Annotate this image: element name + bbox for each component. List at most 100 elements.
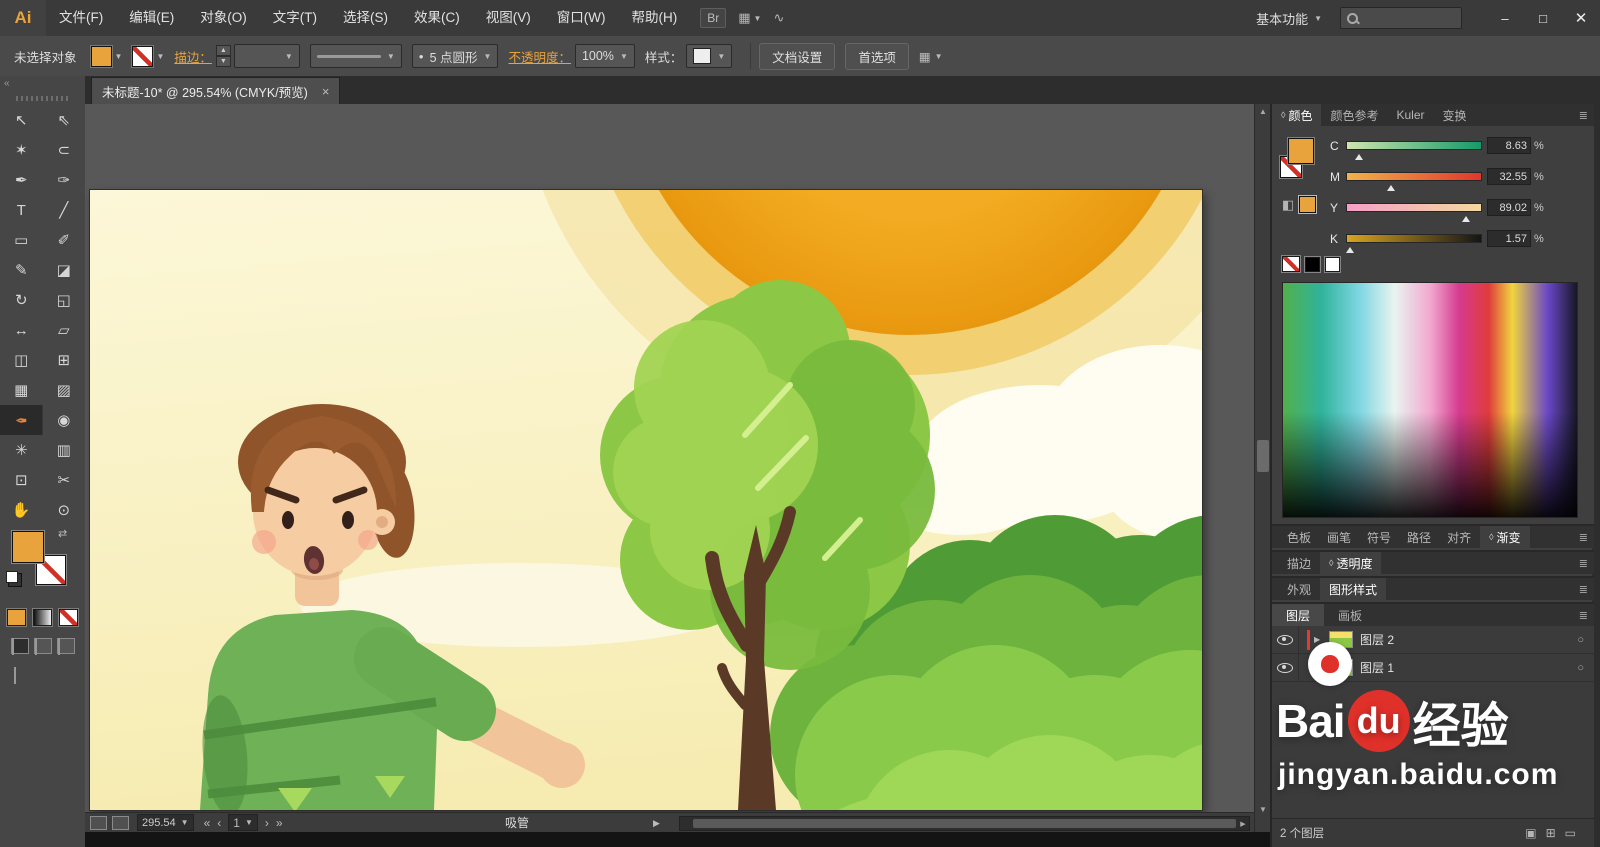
draw-normal-button[interactable] — [10, 638, 29, 655]
hand-tool[interactable]: ✋ — [0, 495, 43, 525]
menu-object[interactable]: 对象(O) — [187, 0, 260, 36]
tab-color-guide[interactable]: 颜色参考 — [1321, 104, 1387, 126]
panel-menu-icon[interactable]: ≣ — [1573, 557, 1594, 570]
shape-builder-tool[interactable]: ◫ — [0, 345, 43, 375]
visibility-toggle[interactable] — [1272, 626, 1299, 653]
pen-tool[interactable]: ✒ — [0, 165, 43, 195]
horizontal-scrollbar[interactable]: ▶ — [679, 816, 1250, 831]
status-expand-icon[interactable]: ▶ — [653, 813, 660, 832]
slider-marker[interactable] — [1387, 181, 1396, 191]
panel-menu-icon[interactable]: ≣ — [1573, 104, 1594, 126]
rotate-tool[interactable]: ↻ — [0, 285, 43, 315]
swap-fill-stroke-icon[interactable]: ⇄ — [58, 527, 67, 540]
status-export-icon[interactable] — [112, 815, 129, 830]
new-layer-button[interactable]: ⊞ — [1546, 826, 1556, 840]
gradient-button[interactable] — [33, 609, 52, 626]
cyan-value-field[interactable]: 8.63 — [1487, 137, 1531, 154]
stepper-up-icon[interactable]: ▲ — [215, 45, 231, 56]
tab-symbols[interactable]: 符号 — [1360, 529, 1398, 546]
opacity-dropdown[interactable]: 100% ▼ — [574, 44, 635, 68]
slice-tool[interactable]: ✂ — [43, 465, 86, 495]
menu-help[interactable]: 帮助(H) — [618, 0, 690, 36]
last-artboard-button[interactable]: » — [276, 816, 283, 830]
tab-close-icon[interactable]: × — [322, 84, 330, 99]
fill-color-picker[interactable]: ▼ — [90, 45, 122, 67]
workspace-switcher[interactable]: 基本功能 ▼ — [1256, 9, 1322, 28]
vertical-scrollbar[interactable]: ▲ ▼ — [1254, 104, 1271, 832]
stroke-weight-stepper[interactable]: ▲ ▼ — [215, 45, 231, 67]
tab-kuler[interactable]: Kuler — [1387, 104, 1433, 126]
black-chip[interactable] — [1305, 256, 1320, 272]
white-chip[interactable] — [1325, 256, 1340, 272]
type-tool[interactable]: T — [0, 195, 43, 225]
column-graph-tool[interactable]: ▥ — [43, 435, 86, 465]
stroke-swatch[interactable] — [132, 45, 154, 67]
layer-row[interactable]: ▶ 图层 1 ○ — [1272, 654, 1594, 682]
gamut-warning[interactable]: ◧ — [1282, 196, 1317, 213]
artboard-dropdown[interactable]: 1 ▼ — [228, 814, 258, 831]
tab-align[interactable]: 对齐 — [1440, 529, 1478, 546]
magenta-value-field[interactable]: 32.55 — [1487, 168, 1531, 185]
layer-thumbnail[interactable] — [1329, 631, 1353, 648]
panel-fill-swatch[interactable] — [1288, 138, 1314, 164]
opacity-panel-link[interactable]: 不透明度： — [508, 47, 571, 66]
eyedropper-tool[interactable]: ✒ — [0, 405, 43, 435]
gradient-tool[interactable]: ▨ — [43, 375, 86, 405]
fill-swatch[interactable] — [90, 45, 112, 67]
yellow-value-field[interactable]: 89.02 — [1487, 199, 1531, 216]
close-button[interactable]: ✕ — [1562, 0, 1600, 36]
screen-mode-button[interactable] — [0, 658, 85, 684]
bridge-button[interactable]: Br — [700, 8, 727, 28]
menu-edit[interactable]: 编辑(E) — [116, 0, 187, 36]
stroke-panel-link[interactable]: 描边： — [174, 47, 212, 66]
document-setup-button[interactable]: 文档设置 — [759, 42, 836, 70]
paintbrush-tool[interactable]: ✐ — [43, 225, 86, 255]
tab-artboards[interactable]: 画板 — [1324, 604, 1376, 626]
lasso-tool[interactable]: ⊂ — [43, 135, 86, 165]
menu-type[interactable]: 文字(T) — [260, 0, 330, 36]
scroll-right-icon[interactable]: ▶ — [1237, 820, 1249, 828]
magic-wand-tool[interactable]: ✶ — [0, 135, 43, 165]
tab-transform[interactable]: 变换 — [1434, 104, 1476, 126]
previous-artboard-button[interactable]: ‹ — [217, 816, 221, 830]
app-logo[interactable]: Ai — [0, 0, 46, 36]
minimize-button[interactable]: – — [1486, 0, 1524, 36]
artboard-tool[interactable]: ⊡ — [0, 465, 43, 495]
draw-behind-button[interactable] — [33, 638, 52, 655]
yellow-slider[interactable] — [1346, 203, 1482, 222]
target-icon[interactable]: ○ — [1577, 634, 1584, 646]
target-icon[interactable]: ○ — [1577, 662, 1584, 674]
magenta-slider[interactable] — [1346, 172, 1482, 191]
first-artboard-button[interactable]: « — [204, 816, 211, 830]
blend-tool[interactable]: ◉ — [43, 405, 86, 435]
panel-menu-icon[interactable]: ≣ — [1573, 531, 1594, 544]
selection-tool[interactable]: ↖ — [0, 105, 43, 135]
vertical-scroll-thumb[interactable] — [1257, 440, 1269, 472]
width-profile-dropdown[interactable]: ▼ — [309, 44, 402, 68]
menu-select[interactable]: 选择(S) — [330, 0, 401, 36]
tab-color[interactable]: ◊ 颜色 — [1272, 104, 1322, 126]
delete-layer-button[interactable]: ▭ — [1565, 826, 1576, 840]
preferences-button[interactable]: 首选项 — [845, 42, 909, 70]
tab-swatches[interactable]: 色板 — [1280, 529, 1318, 546]
visibility-toggle[interactable] — [1272, 654, 1299, 681]
symbol-sprayer-tool[interactable]: ✳ — [0, 435, 43, 465]
free-transform-tool[interactable]: ▱ — [43, 315, 86, 345]
none-button[interactable] — [59, 609, 78, 626]
arrange-documents-button[interactable]: ▦ ▼ — [738, 10, 761, 26]
slider-marker[interactable] — [1355, 150, 1364, 160]
toolbar-grip[interactable] — [16, 96, 69, 101]
tab-transparency[interactable]: ◊ 透明度 — [1320, 552, 1382, 574]
panel-menu-icon[interactable]: ≣ — [1573, 583, 1594, 596]
scroll-up-icon[interactable]: ▲ — [1255, 104, 1271, 118]
tab-gradient[interactable]: ◊ 渐变 — [1480, 526, 1530, 548]
default-fill-stroke-icon[interactable] — [6, 571, 18, 583]
none-chip[interactable] — [1282, 256, 1300, 272]
tab-stroke[interactable]: 描边 — [1280, 555, 1318, 572]
zoom-tool[interactable]: ⊙ — [43, 495, 86, 525]
tab-paths[interactable]: 路径 — [1400, 529, 1438, 546]
horizontal-scroll-thumb[interactable] — [693, 819, 1236, 828]
tab-appearance[interactable]: 外观 — [1280, 581, 1318, 598]
slider-marker[interactable] — [1462, 212, 1471, 222]
tab-layers[interactable]: 图层 — [1272, 604, 1325, 626]
